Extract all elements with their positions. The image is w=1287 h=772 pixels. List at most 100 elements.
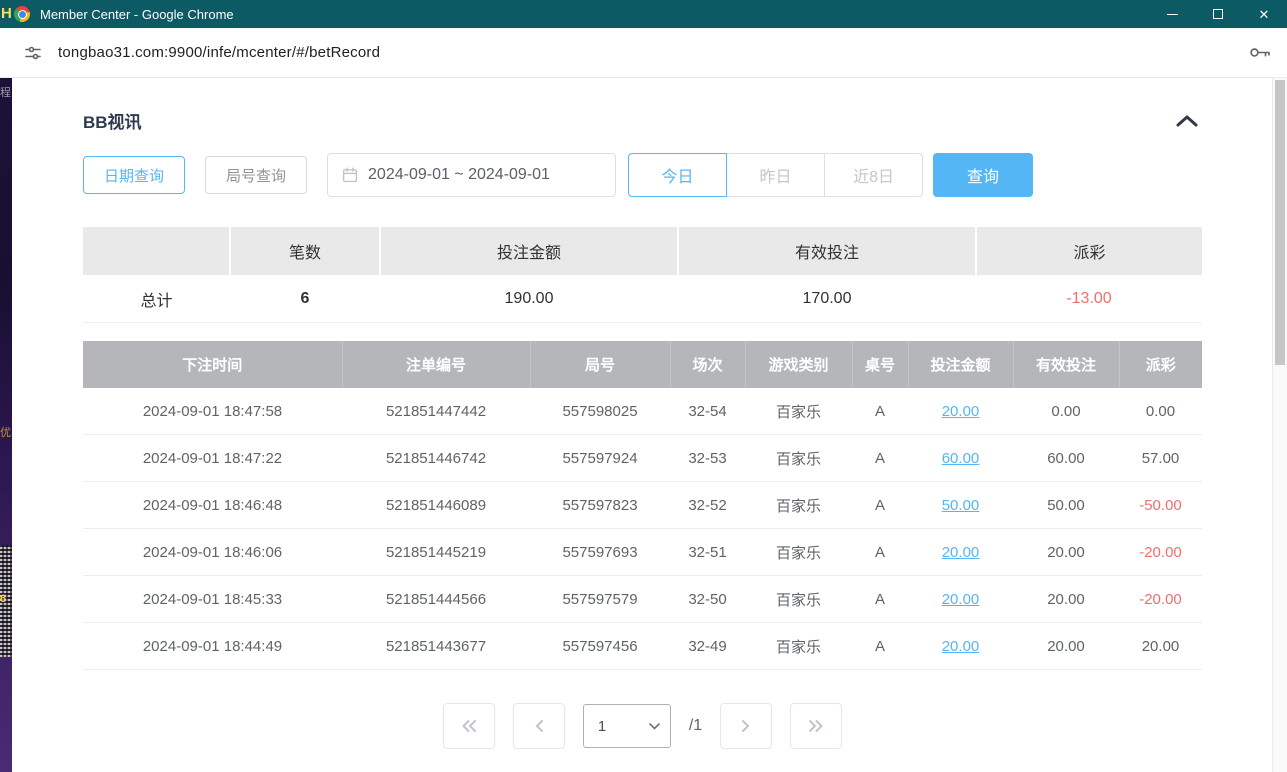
scrollbar-thumb[interactable] — [1275, 80, 1285, 365]
round-id: 557597924 — [530, 435, 670, 482]
header-bet-amount: 投注金额 — [908, 341, 1013, 388]
bet-time: 2024-09-01 18:45:33 — [83, 576, 342, 623]
window-body: 程 优 6 BB视讯 日期查询 局号查询 — [0, 78, 1287, 772]
first-page-button[interactable] — [443, 703, 495, 749]
background-strip-text: 程 — [0, 84, 11, 100]
summary-header-count: 笔数 — [230, 227, 380, 275]
minimize-icon — [1167, 14, 1178, 15]
game-type: 百家乐 — [745, 623, 852, 670]
background-edge-text: H — [1, 5, 12, 22]
browser-window: H Member Center - Google Chrome ✕ tongba… — [0, 0, 1287, 772]
header-table-number: 桌号 — [852, 341, 908, 388]
bet-time: 2024-09-01 18:47:58 — [83, 388, 342, 435]
site-settings-icon[interactable] — [24, 44, 42, 62]
date-range-input[interactable]: 2024-09-01 ~ 2024-09-01 — [327, 153, 616, 197]
next-page-button[interactable] — [720, 703, 772, 749]
valid-bet: 50.00 — [1013, 482, 1119, 529]
game-type: 百家乐 — [745, 529, 852, 576]
valid-bet: 0.00 — [1013, 388, 1119, 435]
date-query-tab[interactable]: 日期查询 — [83, 156, 185, 194]
order-id: 521851446742 — [342, 435, 530, 482]
header-bet-time: 下注时间 — [83, 341, 342, 388]
round-id: 557597579 — [530, 576, 670, 623]
section-header: BB视讯 — [83, 108, 1202, 133]
round-id: 557598025 — [530, 388, 670, 435]
last-page-button[interactable] — [790, 703, 842, 749]
search-button[interactable]: 查询 — [933, 153, 1033, 197]
payout: -50.00 — [1119, 482, 1202, 529]
prev-page-button[interactable] — [513, 703, 565, 749]
round-id: 557597693 — [530, 529, 670, 576]
order-id: 521851444566 — [342, 576, 530, 623]
scrollbar[interactable] — [1272, 78, 1287, 772]
table-row: 2024-09-01 18:45:33 521851444566 5575975… — [83, 576, 1202, 623]
session: 32-51 — [670, 529, 745, 576]
bet-amount-link[interactable]: 60.00 — [942, 450, 980, 467]
table-row: 2024-09-01 18:47:22 521851446742 5575979… — [83, 435, 1202, 482]
today-button[interactable]: 今日 — [628, 153, 727, 197]
order-id: 521851445219 — [342, 529, 530, 576]
quick-range-group: 今日 昨日 近8日 — [628, 153, 923, 197]
summary-header-bet-amount: 投注金额 — [380, 227, 678, 275]
bet-time: 2024-09-01 18:46:06 — [83, 529, 342, 576]
page-number-select[interactable]: 1 — [583, 704, 671, 748]
header-session: 场次 — [670, 341, 745, 388]
bet-amount-link[interactable]: 20.00 — [942, 544, 980, 561]
minimize-button[interactable] — [1149, 0, 1195, 28]
summary-valid-bet: 170.00 — [678, 275, 976, 323]
chevron-right-icon — [741, 719, 751, 733]
table-row: 2024-09-01 18:46:06 521851445219 5575976… — [83, 529, 1202, 576]
maximize-button[interactable] — [1195, 0, 1241, 28]
chrome-icon — [14, 6, 30, 22]
background-page-strip: 程 优 6 — [0, 78, 12, 772]
close-button[interactable]: ✕ — [1241, 0, 1287, 28]
yesterday-button[interactable]: 昨日 — [726, 153, 825, 197]
valid-bet: 20.00 — [1013, 576, 1119, 623]
summary-payout: -13.00 — [976, 275, 1202, 323]
payout: 20.00 — [1119, 623, 1202, 670]
table-number: A — [852, 482, 908, 529]
session: 32-54 — [670, 388, 745, 435]
last-8-days-button[interactable]: 近8日 — [824, 153, 923, 197]
total-pages-label: /1 — [689, 717, 702, 735]
table-row: 2024-09-01 18:46:48 521851446089 5575978… — [83, 482, 1202, 529]
table-header-row: 下注时间 注单编号 局号 场次 游戏类别 桌号 投注金额 有效投注 派彩 — [83, 341, 1202, 388]
table-number: A — [852, 388, 908, 435]
background-strip-text: 6 — [0, 593, 6, 605]
window-controls: ✕ — [1149, 0, 1287, 28]
chevron-down-icon — [649, 723, 660, 730]
payout: -20.00 — [1119, 576, 1202, 623]
round-id: 557597456 — [530, 623, 670, 670]
content-area: BB视讯 日期查询 局号查询 — [12, 78, 1272, 772]
table-number: A — [852, 576, 908, 623]
bet-time: 2024-09-01 18:47:22 — [83, 435, 342, 482]
key-icon[interactable] — [1249, 46, 1271, 59]
double-chevron-left-icon — [461, 719, 477, 733]
session: 32-53 — [670, 435, 745, 482]
bet-amount-link[interactable]: 50.00 — [942, 497, 980, 514]
bet-amount-link[interactable]: 20.00 — [942, 403, 980, 420]
game-type: 百家乐 — [745, 435, 852, 482]
round-query-tab[interactable]: 局号查询 — [205, 156, 307, 194]
filter-bar: 日期查询 局号查询 2024-09-01 ~ 2024-09-01 今日 昨日 — [83, 153, 1202, 197]
url-text[interactable]: tongbao31.com:9900/infe/mcenter/#/betRec… — [58, 44, 380, 61]
bet-amount-link[interactable]: 20.00 — [942, 591, 980, 608]
maximize-icon — [1213, 9, 1223, 19]
summary-header-valid-bet: 有效投注 — [678, 227, 976, 275]
bet-amount-link[interactable]: 20.00 — [942, 638, 980, 655]
table-number: A — [852, 435, 908, 482]
header-order-id: 注单编号 — [342, 341, 530, 388]
summary-count: 6 — [230, 275, 380, 323]
order-id: 521851447442 — [342, 388, 530, 435]
payout: -20.00 — [1119, 529, 1202, 576]
session: 32-49 — [670, 623, 745, 670]
collapse-section-button[interactable] — [1172, 113, 1202, 129]
game-type: 百家乐 — [745, 482, 852, 529]
chevron-up-icon — [1176, 115, 1198, 127]
header-game-type: 游戏类别 — [745, 341, 852, 388]
close-icon: ✕ — [1259, 8, 1270, 21]
order-id: 521851446089 — [342, 482, 530, 529]
summary-bet-amount: 190.00 — [380, 275, 678, 323]
bet-record-table: 下注时间 注单编号 局号 场次 游戏类别 桌号 投注金额 有效投注 派彩 202… — [83, 341, 1202, 670]
bet-time: 2024-09-01 18:46:48 — [83, 482, 342, 529]
